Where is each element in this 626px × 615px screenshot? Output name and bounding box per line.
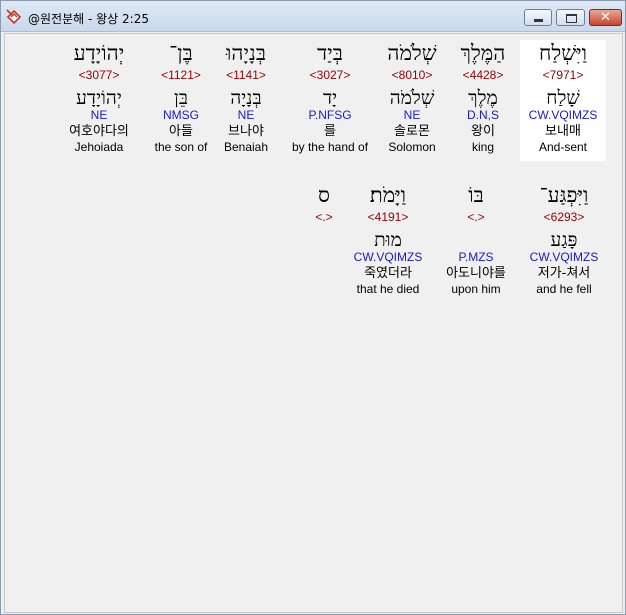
hebrew-word: ס [318, 183, 330, 207]
lexeme: בֵּן [174, 87, 188, 109]
word-cell[interactable]: וַיִּפְגַּע־ <6293> פָּגַע CW.VQIMZS 저가-쳐서 an… [521, 182, 607, 297]
lexeme: שְׁלֹמֹה [389, 87, 435, 109]
lexeme [281, 229, 367, 251]
strong-number: <.> [315, 210, 333, 224]
strong-number: <3027> [309, 68, 351, 82]
english-gloss: and he fell [536, 282, 592, 296]
minimize-icon [534, 19, 543, 22]
english-gloss: the son of [154, 140, 208, 154]
lexeme: שָׁלַח [546, 87, 580, 109]
morph-code: NE [403, 108, 421, 122]
english-gloss: And-sent [538, 140, 588, 154]
english-gloss [281, 282, 367, 297]
korean-gloss: 솔로몬 [394, 124, 430, 139]
close-button[interactable]: ✕ [589, 9, 622, 26]
minimize-button[interactable] [524, 9, 552, 26]
analysis-panel: וַיִּשְׁלַח <7971> שָׁלַח CW.VQIMZS 보내매 And-s… [4, 33, 623, 613]
morph-code: CW.VQIMZS [528, 108, 598, 122]
korean-gloss [281, 266, 367, 282]
korean-gloss: 여호야다의 [69, 124, 129, 139]
word-cell[interactable]: ס <.> [281, 182, 367, 297]
morph-code: CW.VQIMZS [529, 250, 599, 264]
korean-gloss: 저가-쳐서 [537, 266, 591, 281]
english-gloss: Solomon [388, 140, 436, 154]
hebrew-word: בְּיַד [317, 41, 343, 65]
morph-code: NE [90, 108, 108, 122]
korean-gloss: 아도니야를 [446, 266, 506, 281]
lexeme: פָּגַע [550, 229, 578, 251]
maximize-icon [566, 14, 577, 23]
strong-number: <6293> [543, 210, 585, 224]
lexeme: יְהוֹיָדָע [76, 87, 122, 109]
hebrew-word: שְׁלֹמֹה [387, 41, 437, 65]
english-gloss: upon him [451, 282, 501, 296]
word-cell[interactable]: וַיִּשְׁלַח <7971> שָׁלַח CW.VQIMZS 보내매 And-s… [520, 40, 606, 161]
hebrew-word: וַיִּפְגַּע־ [539, 183, 589, 207]
strong-number: <3077> [78, 68, 120, 82]
hebrew-word: וַיִּשְׁלַח [539, 41, 587, 65]
lexeme: יָד [322, 87, 338, 109]
window-title: @원전분해 - 왕상 2:25 [28, 12, 149, 26]
morph-code: NMSG [163, 108, 199, 122]
strong-number: <7971> [542, 68, 584, 82]
strong-number: <.> [467, 210, 485, 224]
word-cell[interactable]: שְׁלֹמֹה <8010> שְׁלֹמֹה NE 솔로몬 Solomon [369, 40, 455, 155]
korean-gloss: 아들 [169, 124, 193, 139]
korean-gloss: 를 [324, 124, 336, 139]
english-gloss: Jehoiada [74, 140, 124, 154]
app-icon [6, 9, 22, 24]
word-cell[interactable]: בּוֹ <.> P.MZS 아도니야를 upon him [433, 182, 519, 297]
word-cell[interactable]: יְהוֹיָדָע <3077> יְהוֹיָדָע NE 여호야다의 Jehoiad… [56, 40, 142, 155]
word-cell[interactable]: בֶּן־ <1121> בֵּן NMSG 아들 the son of [138, 40, 224, 155]
strong-number: <8010> [391, 68, 433, 82]
word-cell[interactable]: בְּיַד <3027> יָד P.NFSG 를 by the hand of [287, 40, 373, 155]
hebrew-word: יְהוֹיָדָע [73, 41, 125, 65]
morph-code: P.NFSG [308, 108, 352, 122]
title-bar[interactable]: @원전분해 - 왕상 2:25 ✕ [1, 1, 625, 32]
hebrew-word: בֶּן־ [169, 41, 193, 65]
strong-number: <1121> [161, 68, 201, 82]
close-icon: ✕ [600, 10, 611, 25]
lexeme [433, 229, 519, 251]
app-window: @원전분해 - 왕상 2:25 ✕ וַיִּשְׁלַח <7971> שָׁלַ… [0, 0, 626, 615]
maximize-button[interactable] [556, 9, 585, 26]
morph-code: P.MZS [458, 250, 494, 264]
korean-gloss: 보내매 [545, 124, 581, 139]
english-gloss: by the hand of [291, 140, 369, 154]
hebrew-word: בּוֹ [468, 183, 484, 207]
morph-code [281, 251, 367, 264]
